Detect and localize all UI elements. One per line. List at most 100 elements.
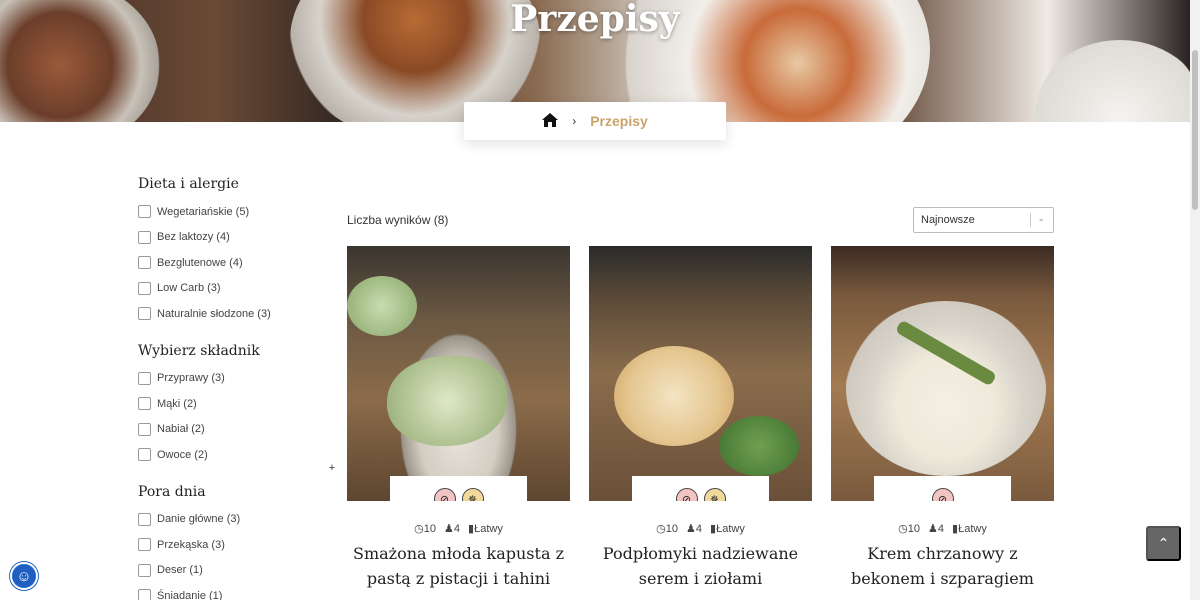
time-info: ◷10 bbox=[898, 522, 920, 535]
filter-option-label: Deser (1) bbox=[157, 564, 203, 577]
chevron-up-icon: ⌃ bbox=[1157, 535, 1170, 551]
filter-option-label: Naturalnie słodzone (3) bbox=[157, 307, 271, 320]
recipe-card[interactable]: ⊘ ✵ ✿ ◷10 ♟4 ▮Łatwy Smażona młoda kapust… bbox=[347, 246, 570, 591]
clock-icon: ◷ bbox=[898, 523, 908, 535]
breadcrumb: › Przepisy bbox=[464, 102, 726, 140]
time-info: ◷10 bbox=[414, 522, 436, 535]
filter-option-label: Mąki (2) bbox=[157, 397, 197, 410]
checkbox[interactable] bbox=[138, 230, 151, 244]
checkbox[interactable] bbox=[138, 512, 151, 526]
image-detail bbox=[347, 276, 417, 336]
recipe-title[interactable]: Podpłomyki nadziewane serem i ziołami bbox=[589, 541, 812, 591]
diet-badges: ⊘ ✵ ✿ bbox=[390, 476, 527, 501]
checkbox[interactable] bbox=[138, 205, 151, 219]
diet-badges: ⊘ bbox=[874, 476, 1011, 501]
image-detail bbox=[387, 356, 507, 446]
no-sugar-icon: ⊘ bbox=[675, 488, 698, 501]
filter-group-time-of-day: Pora dnia Danie główne (3) Przekąska (3)… bbox=[138, 484, 338, 600]
difficulty-info: ▮Łatwy bbox=[468, 522, 503, 535]
chevron-down-icon: ⌄ bbox=[1037, 213, 1045, 223]
hero-image-plate bbox=[1030, 40, 1190, 122]
home-icon[interactable] bbox=[542, 112, 559, 130]
time-info: ◷10 bbox=[656, 522, 678, 535]
clock-icon: ◷ bbox=[656, 523, 666, 535]
checkbox[interactable] bbox=[138, 448, 151, 462]
recipe-image[interactable]: ⊘ ✵ bbox=[589, 246, 812, 501]
select-divider bbox=[1030, 213, 1031, 227]
filter-group-title: Dieta i alergie bbox=[138, 176, 239, 192]
checkbox[interactable] bbox=[138, 422, 151, 436]
filter-option-label: Low Carb (3) bbox=[157, 282, 221, 295]
breadcrumb-current: Przepisy bbox=[590, 113, 648, 129]
prep-time: 10 bbox=[907, 523, 921, 535]
diet-badges: ⊘ ✵ bbox=[632, 476, 769, 501]
filter-option-label: Przekąska (3) bbox=[157, 538, 225, 551]
filter-option[interactable]: Wegetariańskie (5) bbox=[138, 199, 338, 225]
recipe-card[interactable]: ⊘ ◷10 ♟4 ▮Łatwy Krem chrzanowy z bekonem… bbox=[831, 246, 1054, 591]
filter-option[interactable]: Przekąska (3) bbox=[138, 532, 338, 558]
servings-info: ♟4 bbox=[444, 522, 460, 535]
image-detail bbox=[719, 416, 799, 476]
recipe-meta: ◷10 ♟4 ▮Łatwy bbox=[347, 522, 570, 535]
breadcrumb-separator: › bbox=[572, 114, 577, 128]
filter-option-label: Bezglutenowe (4) bbox=[157, 256, 243, 269]
filter-option[interactable]: Owoce (2) bbox=[138, 442, 338, 468]
filter-option[interactable]: Nabiał (2) bbox=[138, 417, 338, 443]
prep-time: 10 bbox=[665, 523, 679, 535]
difficulty: Łatwy bbox=[958, 523, 987, 535]
expand-plus-icon[interactable]: + bbox=[327, 462, 337, 473]
page-title: Przepisy bbox=[510, 0, 680, 40]
clock-icon: ◷ bbox=[414, 523, 424, 535]
scroll-to-top-button[interactable]: ⌃ bbox=[1146, 526, 1181, 561]
filter-option[interactable]: Bezglutenowe (4) bbox=[138, 250, 338, 276]
difficulty: Łatwy bbox=[474, 523, 503, 535]
no-gluten-icon: ⊘ bbox=[931, 488, 954, 501]
filter-option-label: Nabiał (2) bbox=[157, 423, 205, 436]
results-count: Liczba wyników (8) bbox=[347, 213, 449, 227]
recipe-title[interactable]: Krem chrzanowy z bekonem i szparagiem bbox=[831, 541, 1054, 591]
filter-option-label: Śniadanie (1) bbox=[157, 589, 223, 600]
checkbox[interactable] bbox=[138, 538, 151, 552]
recipe-title[interactable]: Smażona młoda kapusta z pastą z pistacji… bbox=[347, 541, 570, 591]
checkbox[interactable] bbox=[138, 589, 151, 600]
filter-option[interactable]: Mąki (2) bbox=[138, 391, 338, 417]
filter-sidebar: Dieta i alergie Wegetariańskie (5) Bez l… bbox=[138, 176, 338, 600]
sort-selected-value: Najnowsze bbox=[921, 214, 975, 226]
filter-option[interactable]: Deser (1) bbox=[138, 558, 338, 584]
scrollbar-thumb[interactable] bbox=[1192, 50, 1198, 210]
filter-group-title: Pora dnia bbox=[138, 483, 206, 500]
filter-option[interactable]: Low Carb (3) bbox=[138, 276, 338, 302]
page-scrollbar[interactable] bbox=[1190, 0, 1200, 600]
filter-option[interactable]: Przyprawy (3) bbox=[138, 366, 338, 392]
filter-option-label: Przyprawy (3) bbox=[157, 372, 225, 385]
difficulty-info: ▮Łatwy bbox=[952, 522, 987, 535]
filter-option-label: Wegetariańskie (5) bbox=[157, 205, 250, 218]
accessibility-figure-icon: ☺ bbox=[16, 567, 32, 585]
servings-info: ♟4 bbox=[928, 522, 944, 535]
filter-option[interactable]: Naturalnie słodzone (3) bbox=[138, 301, 338, 327]
checkbox[interactable] bbox=[138, 371, 151, 385]
accessibility-icon[interactable]: ☺ bbox=[10, 562, 38, 590]
filter-option-label: Owoce (2) bbox=[157, 448, 208, 461]
filter-option[interactable]: Danie główne (3) bbox=[138, 507, 338, 533]
difficulty: Łatwy bbox=[716, 523, 745, 535]
filter-option[interactable]: Bez laktozy (4) bbox=[138, 225, 338, 251]
filter-option[interactable]: Śniadanie (1) bbox=[138, 583, 338, 600]
recipe-image[interactable]: ⊘ ✵ ✿ bbox=[347, 246, 570, 501]
servings: 4 bbox=[695, 523, 703, 535]
recipe-card[interactable]: ⊘ ✵ ◷10 ♟4 ▮Łatwy Podpłomyki nadziewane … bbox=[589, 246, 812, 591]
recipe-meta: ◷10 ♟4 ▮Łatwy bbox=[589, 522, 812, 535]
checkbox[interactable] bbox=[138, 281, 151, 295]
servings: 4 bbox=[937, 523, 945, 535]
checkbox[interactable] bbox=[138, 563, 151, 577]
filter-option-label: Danie główne (3) bbox=[157, 513, 241, 526]
person-icon: ♟ bbox=[444, 523, 454, 535]
checkbox[interactable] bbox=[138, 397, 151, 411]
checkbox[interactable] bbox=[138, 307, 151, 321]
filter-option-label: Bez laktozy (4) bbox=[157, 231, 230, 244]
filter-group-diet: Dieta i alergie Wegetariańskie (5) Bez l… bbox=[138, 176, 338, 327]
sort-select[interactable]: Najnowsze ⌄ bbox=[913, 207, 1054, 233]
no-lactose-icon: ⊘ bbox=[433, 488, 456, 501]
recipe-image[interactable]: ⊘ bbox=[831, 246, 1054, 501]
checkbox[interactable] bbox=[138, 256, 151, 270]
